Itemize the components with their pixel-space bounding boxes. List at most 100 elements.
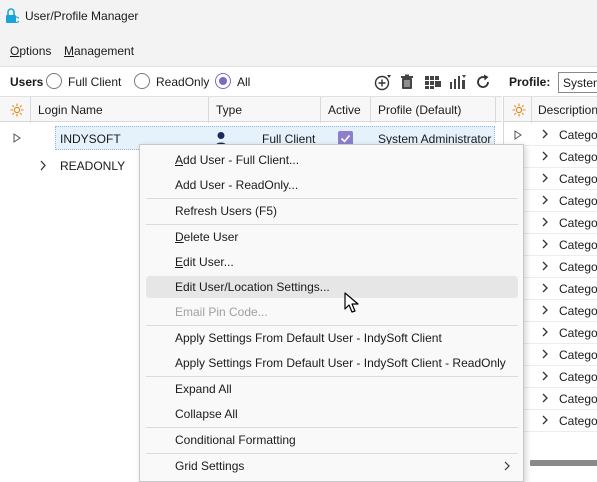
- menu-separator: [146, 376, 518, 377]
- menu-item-label: Grid Settings: [175, 459, 245, 473]
- filter-full-client-label[interactable]: Full Client: [68, 75, 121, 89]
- app-logo-icon: C: [6, 8, 20, 24]
- add-user-icon[interactable]: [374, 73, 392, 91]
- menu-item-label: Add User - Full Client...: [175, 153, 300, 167]
- title-bar: C User/Profile Manager: [0, 0, 597, 34]
- description-cell: Category: [559, 348, 597, 362]
- expand-chevron-icon[interactable]: [541, 173, 549, 183]
- description-cell: Category: [559, 282, 597, 296]
- mouse-cursor-icon: [344, 292, 359, 313]
- expand-chevron-icon[interactable]: [541, 129, 549, 139]
- menu-item-label: Apply Settings From Default User - IndyS…: [175, 331, 442, 345]
- col-type[interactable]: Type: [216, 103, 242, 117]
- delete-icon[interactable]: [398, 73, 416, 91]
- description-cell: Category: [559, 238, 597, 252]
- menu-item-apply-settings-from-default-user-indysoft-client-readonly[interactable]: Apply Settings From Default User - IndyS…: [146, 352, 518, 374]
- submenu-chevron-icon: [504, 461, 510, 471]
- menu-item-expand-all[interactable]: Expand All: [146, 378, 518, 400]
- menu-item-refresh-users-f5[interactable]: Refresh Users (F5): [146, 200, 518, 222]
- expand-chevron-icon[interactable]: [541, 393, 549, 403]
- menu-item-collapse-all[interactable]: Collapse All: [146, 403, 518, 425]
- expand-chevron-icon[interactable]: [541, 415, 549, 425]
- menu-item-delete-user[interactable]: Delete User: [146, 226, 518, 248]
- filter-readonly-radio[interactable]: [134, 73, 150, 89]
- toolbar: Users Full Client ReadOnly All Profile: …: [0, 66, 597, 96]
- menu-item-edit-user-location-settings[interactable]: Edit User/Location Settings...: [146, 276, 518, 298]
- expand-chevron-icon[interactable]: [39, 160, 47, 171]
- menu-options[interactable]: Options: [10, 44, 51, 58]
- window-title: User/Profile Manager: [25, 9, 139, 23]
- filter-full-client-radio[interactable]: [46, 73, 62, 89]
- chart-settings-icon[interactable]: [449, 73, 467, 91]
- description-cell: Category: [559, 304, 597, 318]
- sun-settings-icon[interactable]: [10, 103, 24, 117]
- expand-chevron-icon[interactable]: [541, 151, 549, 161]
- filter-all-radio[interactable]: [215, 73, 231, 89]
- row-indicator-icon: [13, 133, 21, 143]
- col-profile-default[interactable]: Profile (Default): [378, 103, 461, 117]
- expand-chevron-icon[interactable]: [541, 261, 549, 271]
- menu-item-label: Apply Settings From Default User - IndyS…: [175, 356, 506, 370]
- login-name-cell: READONLY: [60, 159, 126, 173]
- login-name-cell: INDYSOFT: [60, 132, 121, 146]
- menu-item-add-user-readonly[interactable]: Add User - ReadOnly...: [146, 174, 518, 196]
- description-cell: Category: [559, 194, 597, 208]
- profile-label: Profile:: [509, 75, 551, 89]
- list-item[interactable]: Category: [504, 124, 597, 146]
- menu-item-label: Email Pin Code...: [175, 305, 268, 319]
- users-label: Users: [10, 75, 44, 89]
- menu-item-label: Conditional Formatting: [175, 433, 296, 447]
- menu-bar: Options Management: [0, 34, 597, 66]
- profiles-grid-header: Description: [504, 96, 597, 123]
- description-cell: Category: [559, 150, 597, 164]
- menu-item-label: Expand All: [175, 382, 232, 396]
- description-cell: Category: [559, 414, 597, 428]
- expand-chevron-icon[interactable]: [541, 305, 549, 315]
- menu-item-label: Delete User: [175, 230, 239, 244]
- menu-item-conditional-formatting[interactable]: Conditional Formatting: [146, 429, 518, 451]
- expand-chevron-icon[interactable]: [541, 239, 549, 249]
- menu-item-edit-user[interactable]: Edit User...: [146, 251, 518, 273]
- expand-chevron-icon[interactable]: [541, 371, 549, 381]
- expand-chevron-icon[interactable]: [541, 327, 549, 337]
- sun-settings-icon[interactable]: [512, 103, 526, 117]
- expand-chevron-icon[interactable]: [541, 349, 549, 359]
- col-description[interactable]: Description: [538, 103, 597, 117]
- menu-separator: [146, 453, 518, 454]
- menu-separator: [146, 427, 518, 428]
- context-menu: Add User - Full Client... Add User - Read…: [139, 144, 524, 482]
- menu-item-apply-settings-from-default-user-indysoft-client[interactable]: Apply Settings From Default User - IndyS…: [146, 327, 518, 349]
- profile-select[interactable]: System: [558, 72, 597, 93]
- description-cell: Category: [559, 128, 597, 142]
- menu-item-email-pin-code: Email Pin Code...: [146, 301, 518, 323]
- menu-separator: [146, 198, 518, 199]
- expand-chevron-icon[interactable]: [541, 283, 549, 293]
- description-cell: Category: [559, 370, 597, 384]
- horizontal-scrollbar[interactable]: [530, 460, 597, 466]
- refresh-icon[interactable]: [474, 73, 492, 91]
- description-cell: Category: [559, 326, 597, 340]
- menu-management[interactable]: Management: [64, 44, 134, 58]
- checkmark-icon: [340, 134, 351, 143]
- menu-separator: [146, 325, 518, 326]
- menu-item-label: Edit User/Location Settings...: [175, 280, 330, 294]
- users-grid-header: Login Name Type Active Profile (Default): [0, 96, 502, 123]
- expand-chevron-icon[interactable]: [541, 195, 549, 205]
- expand-chevron-icon[interactable]: [541, 217, 549, 227]
- col-login-name[interactable]: Login Name: [38, 103, 103, 117]
- filter-all-label[interactable]: All: [237, 75, 250, 89]
- description-cell: Category: [559, 172, 597, 186]
- menu-item-label: Refresh Users (F5): [175, 204, 278, 218]
- description-cell: Category: [559, 260, 597, 274]
- menu-item-add-user-full-client[interactable]: Add User - Full Client...: [146, 149, 518, 171]
- grid-layout-icon[interactable]: [424, 73, 442, 91]
- col-active[interactable]: Active: [328, 103, 361, 117]
- menu-item-grid-settings[interactable]: Grid Settings: [146, 455, 518, 477]
- svg-text:C: C: [13, 15, 20, 24]
- filter-readonly-label[interactable]: ReadOnly: [156, 75, 209, 89]
- menu-item-label: Collapse All: [175, 407, 238, 421]
- menu-item-label: Edit User...: [175, 255, 234, 269]
- menu-item-label: Add User - ReadOnly...: [175, 178, 299, 192]
- description-cell: Category: [559, 216, 597, 230]
- description-cell: Category: [559, 392, 597, 406]
